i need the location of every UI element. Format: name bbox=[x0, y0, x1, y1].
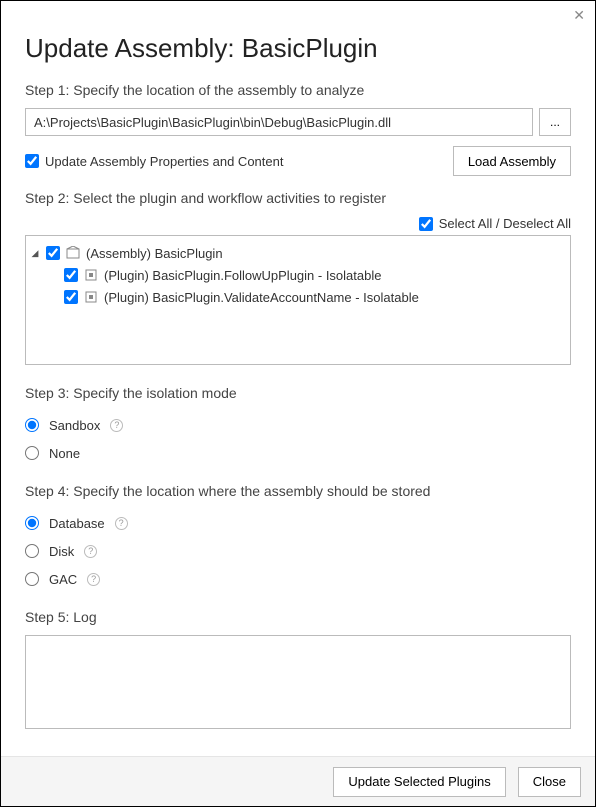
help-icon[interactable]: ? bbox=[110, 419, 123, 432]
assembly-path-input[interactable] bbox=[25, 108, 533, 136]
close-icon[interactable]: ✕ bbox=[573, 7, 585, 24]
isolation-none-radio[interactable] bbox=[25, 446, 39, 460]
plugin-label: (Plugin) BasicPlugin.FollowUpPlugin - Is… bbox=[104, 268, 381, 283]
log-output bbox=[25, 635, 571, 729]
storage-database-radio[interactable] bbox=[25, 516, 39, 530]
select-all-text: Select All / Deselect All bbox=[439, 216, 571, 231]
plugin-checkbox[interactable] bbox=[64, 290, 78, 304]
storage-database-row[interactable]: Database ? bbox=[25, 509, 571, 537]
storage-gac-row[interactable]: GAC ? bbox=[25, 565, 571, 593]
update-properties-checkbox[interactable] bbox=[25, 154, 39, 168]
isolation-none-label: None bbox=[49, 446, 80, 461]
step4-label: Step 4: Specify the location where the a… bbox=[25, 483, 571, 499]
select-all-checkbox[interactable] bbox=[419, 217, 433, 231]
help-icon[interactable]: ? bbox=[87, 573, 100, 586]
isolation-sandbox-label: Sandbox bbox=[49, 418, 100, 433]
plugin-checkbox[interactable] bbox=[64, 268, 78, 282]
step3-label: Step 3: Specify the isolation mode bbox=[25, 385, 571, 401]
assembly-label: (Assembly) BasicPlugin bbox=[86, 246, 223, 261]
select-all-label[interactable]: Select All / Deselect All bbox=[419, 216, 571, 231]
browse-button[interactable]: ... bbox=[539, 108, 571, 136]
storage-disk-radio[interactable] bbox=[25, 544, 39, 558]
load-assembly-button[interactable]: Load Assembly bbox=[453, 146, 571, 176]
plugin-label: (Plugin) BasicPlugin.ValidateAccountName… bbox=[104, 290, 419, 305]
storage-database-label: Database bbox=[49, 516, 105, 531]
step5-label: Step 5: Log bbox=[25, 609, 571, 625]
page-title: Update Assembly: BasicPlugin bbox=[25, 33, 571, 64]
help-icon[interactable]: ? bbox=[84, 545, 97, 558]
plugin-icon bbox=[84, 290, 98, 304]
isolation-sandbox-row[interactable]: Sandbox ? bbox=[25, 411, 571, 439]
dialog-footer: Update Selected Plugins Close bbox=[1, 756, 595, 806]
tree-assembly-row[interactable]: ◢ (Assembly) BasicPlugin bbox=[30, 242, 566, 264]
update-selected-button[interactable]: Update Selected Plugins bbox=[333, 767, 505, 797]
isolation-mode-group: Sandbox ? None bbox=[25, 411, 571, 467]
assembly-checkbox[interactable] bbox=[46, 246, 60, 260]
isolation-none-row[interactable]: None bbox=[25, 439, 571, 467]
storage-location-group: Database ? Disk ? GAC ? bbox=[25, 509, 571, 593]
storage-disk-row[interactable]: Disk ? bbox=[25, 537, 571, 565]
plugin-tree[interactable]: ◢ (Assembly) BasicPlugin (Plugin) BasicP… bbox=[25, 235, 571, 365]
update-properties-text: Update Assembly Properties and Content bbox=[45, 154, 283, 169]
tree-plugin-row[interactable]: (Plugin) BasicPlugin.FollowUpPlugin - Is… bbox=[30, 264, 566, 286]
tree-plugin-row[interactable]: (Plugin) BasicPlugin.ValidateAccountName… bbox=[30, 286, 566, 308]
chevron-down-icon[interactable]: ◢ bbox=[30, 248, 40, 259]
assembly-icon bbox=[66, 246, 80, 260]
storage-gac-radio[interactable] bbox=[25, 572, 39, 586]
step2-label: Step 2: Select the plugin and workflow a… bbox=[25, 190, 571, 206]
close-button[interactable]: Close bbox=[518, 767, 581, 797]
storage-disk-label: Disk bbox=[49, 544, 74, 559]
step1-label: Step 1: Specify the location of the asse… bbox=[25, 82, 571, 98]
help-icon[interactable]: ? bbox=[115, 517, 128, 530]
update-properties-label[interactable]: Update Assembly Properties and Content bbox=[25, 154, 283, 169]
storage-gac-label: GAC bbox=[49, 572, 77, 587]
plugin-icon bbox=[84, 268, 98, 282]
isolation-sandbox-radio[interactable] bbox=[25, 418, 39, 432]
